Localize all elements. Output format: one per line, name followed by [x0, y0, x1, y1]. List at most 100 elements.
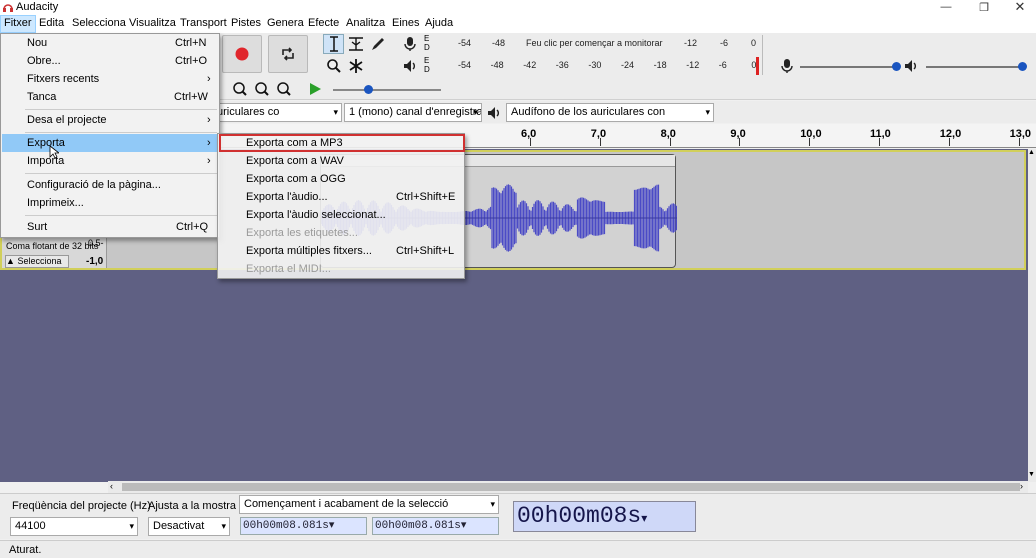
menu-item-configuracio-pagina[interactable]: Configuració de la pàgina...: [2, 176, 220, 194]
envelope-tool-button[interactable]: [345, 34, 366, 54]
menu-pistes[interactable]: Pistes: [228, 16, 264, 32]
menu-item-exporta-audio[interactable]: Exporta l'àudio... Ctrl+Shift+E: [219, 188, 465, 206]
menu-item-label: Fitxers recents: [27, 73, 100, 85]
file-menu: Nou Ctrl+N Obre... Ctrl+O Fitxers recent…: [0, 33, 220, 238]
meter-tick: -48: [492, 38, 506, 48]
output-device-select[interactable]: uriculares co ▾: [212, 103, 342, 122]
scroll-down-icon[interactable]: ▼: [1028, 471, 1035, 478]
play-at-speed-button[interactable]: [304, 79, 325, 99]
audio-position-display[interactable]: 00h00m08s▾: [513, 501, 696, 532]
recording-volume-thumb[interactable]: [892, 62, 901, 71]
menu-item-exporta[interactable]: Exporta ›: [2, 134, 220, 152]
menu-item-exporta-multiples[interactable]: Exporta múltiples fitxers... Ctrl+Shift+…: [219, 242, 465, 260]
playback-volume-thumb[interactable]: [1018, 62, 1027, 71]
menu-genera[interactable]: Genera: [264, 16, 307, 32]
record-meter[interactable]: -54 -48 Feu clic per començar a monitora…: [434, 35, 760, 52]
menu-item-label: Surt: [27, 221, 48, 233]
vertical-scrollbar[interactable]: ▲ ▼: [1028, 149, 1036, 482]
selection-tool-button[interactable]: [323, 34, 344, 54]
menu-separator: [25, 109, 217, 110]
audacity-logo-icon: [3, 4, 13, 12]
input-device-select[interactable]: Audífono de los auriculares con ▾: [506, 103, 714, 122]
selection-end-time[interactable]: 00h00m08.081s▾: [372, 517, 499, 535]
menu-item-nou[interactable]: Nou Ctrl+N: [2, 34, 220, 52]
menu-edita[interactable]: Edita: [36, 16, 67, 32]
menu-item-exporta-ogg[interactable]: Exporta com a OGG: [219, 170, 465, 188]
meter-tick: -54: [458, 38, 472, 48]
zoom-toggle-icon: [276, 82, 291, 96]
loop-button[interactable]: [268, 35, 308, 73]
record-button[interactable]: [222, 35, 262, 73]
menu-visualitza[interactable]: Visualitza: [126, 16, 179, 32]
collapse-up-icon: ▲: [6, 256, 15, 266]
i-beam-icon: [329, 36, 338, 52]
microphone-icon[interactable]: [402, 36, 418, 52]
recording-volume-slider[interactable]: [800, 62, 901, 71]
status-text: Aturat.: [9, 544, 42, 556]
menu-item-label: Imprimeix...: [27, 197, 84, 209]
zoom-tool-button[interactable]: [323, 56, 344, 76]
menu-item-obre[interactable]: Obre... Ctrl+O: [2, 52, 220, 70]
audio-position-value: 00h00m08s: [517, 503, 642, 529]
scroll-right-icon[interactable]: ›: [1020, 481, 1023, 491]
zoom-sel-icon: [232, 82, 247, 96]
maximize-button[interactable]: ❐: [964, 0, 1004, 14]
playback-volume-slider[interactable]: [926, 62, 1027, 71]
envelope-icon: [348, 37, 363, 51]
speaker-icon[interactable]: [402, 58, 418, 74]
multi-tool-button[interactable]: [345, 56, 366, 76]
menu-item-exporta-mp3[interactable]: Exporta com a MP3: [219, 134, 465, 152]
menu-transport[interactable]: Transport: [177, 16, 230, 32]
menu-analitza[interactable]: Analitza: [343, 16, 388, 32]
scroll-up-icon[interactable]: ▲: [1028, 149, 1035, 156]
meter-tick: -36: [555, 60, 569, 70]
ruler-label: 9,0: [730, 128, 746, 140]
scroll-left-icon[interactable]: ‹: [110, 481, 113, 491]
play-icon: [309, 83, 321, 95]
draw-tool-button[interactable]: [367, 34, 388, 54]
mouse-cursor-icon: [49, 145, 59, 159]
project-rate-select[interactable]: 44100 ▾: [10, 517, 138, 536]
close-button[interactable]: ✕: [1000, 0, 1036, 14]
zoom-toggle-button[interactable]: [273, 79, 294, 99]
ruler-label: 8,0: [660, 128, 676, 140]
menu-eines[interactable]: Eines: [389, 16, 423, 32]
track-select-button[interactable]: ▲ Selecciona: [5, 255, 69, 268]
horizontal-scrollbar[interactable]: ‹ ›: [108, 481, 1028, 493]
menu-item-desa-el-projecte[interactable]: Desa el projecte ›: [2, 111, 220, 129]
toolbar-divider: [762, 35, 763, 75]
menu-item-exporta-wav[interactable]: Exporta com a WAV: [219, 152, 465, 170]
menu-item-surt[interactable]: Surt Ctrl+Q: [2, 218, 220, 236]
record-meter-hint: Feu clic per començar a monitorar: [526, 38, 663, 48]
channels-select[interactable]: 1 (mono) canal d'enregistra ▾: [344, 103, 482, 122]
zoom-fit-button[interactable]: [251, 79, 272, 99]
meter-tick: -6: [720, 38, 729, 48]
selection-mode-select[interactable]: Començament i acabament de la selecció ▾: [239, 495, 499, 514]
menu-item-exporta-audio-seleccionat[interactable]: Exporta l'àudio seleccionat...: [219, 206, 465, 224]
submenu-arrow-icon: ›: [207, 114, 211, 126]
menu-efecte[interactable]: Efecte: [305, 16, 342, 32]
menu-item-label: Exporta: [27, 137, 65, 149]
menu-ajuda[interactable]: Ajuda: [422, 16, 456, 32]
play-speed-slider[interactable]: [333, 85, 441, 94]
menu-item-label: Nou: [27, 37, 48, 49]
selection-start-value: 00h00m08.081s: [243, 520, 329, 532]
snap-select[interactable]: Desactivat ▾: [148, 517, 230, 536]
playback-meter[interactable]: -54 -48 -42 -36 -30 -24 -18 -12 -6 0: [434, 57, 760, 74]
menu-item-imprimeix[interactable]: Imprimeix...: [2, 194, 220, 212]
selection-start-time[interactable]: 00h00m08.081s▾: [240, 517, 367, 535]
zoom-selection-button[interactable]: [229, 79, 250, 99]
menu-item-shortcut: Ctrl+Shift+E: [396, 191, 456, 203]
menu-item-fitxers-recents[interactable]: Fitxers recents ›: [2, 70, 220, 88]
horizontal-scroll-thumb[interactable]: [122, 483, 1020, 491]
menu-item-importa[interactable]: Importa ›: [2, 152, 220, 170]
menu-fitxer[interactable]: Fitxer: [0, 15, 36, 33]
minimize-button[interactable]: —: [926, 0, 966, 14]
play-speed-thumb[interactable]: [364, 85, 373, 94]
meter-tick: -30: [588, 60, 602, 70]
menu-item-tanca[interactable]: Tanca Ctrl+W: [2, 88, 220, 106]
menu-selecciona[interactable]: Selecciona: [69, 16, 129, 32]
menu-item-label: Exporta l'àudio seleccionat...: [246, 209, 386, 221]
asterisk-icon: [349, 59, 362, 73]
meter-tick: -54: [458, 60, 472, 70]
